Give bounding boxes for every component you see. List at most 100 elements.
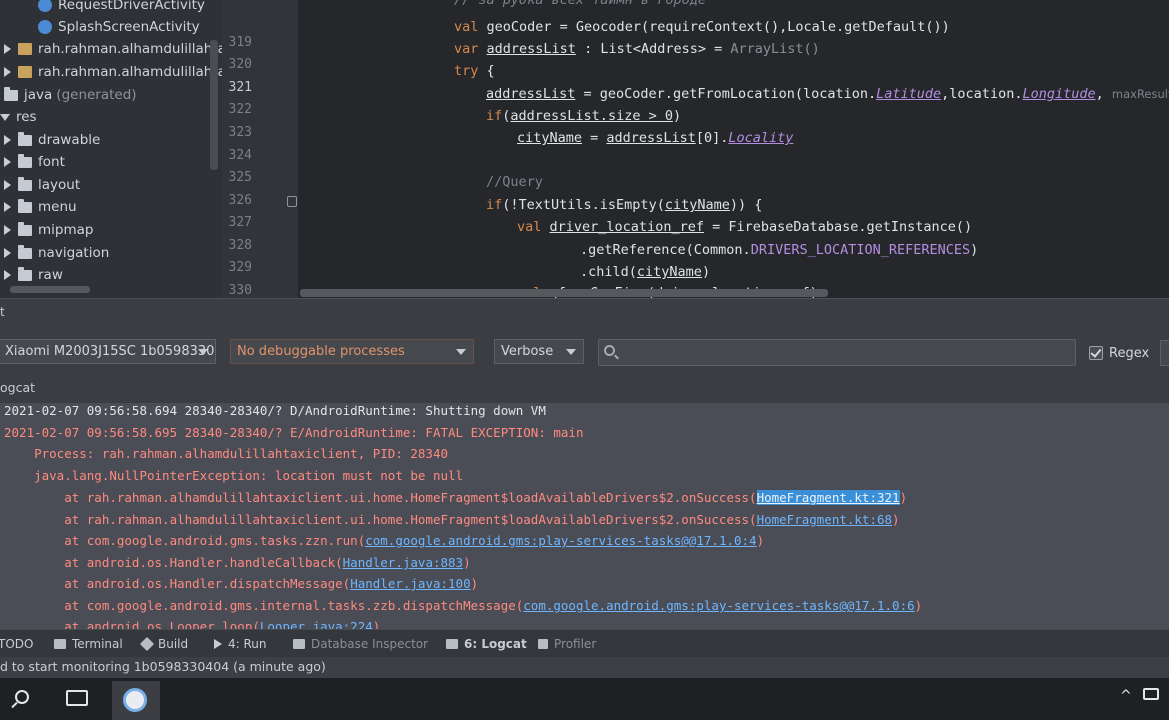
network-icon[interactable] xyxy=(1143,688,1159,700)
editor-gutter: 319 320 321 322 323 324 325 326 327 328 … xyxy=(222,0,317,298)
line-number: 327 xyxy=(228,215,252,230)
expand-arrow-icon[interactable] xyxy=(4,157,11,167)
code-comment-query: //Query xyxy=(486,174,543,190)
tree-item-java-generated[interactable]: java (generated) xyxy=(4,84,137,106)
expand-arrow-icon[interactable] xyxy=(4,180,11,190)
source-link[interactable]: com.google.android.gms:play-services-tas… xyxy=(523,598,914,613)
source-link[interactable]: HomeFragment.kt:68 xyxy=(757,512,892,527)
tree-vertical-scrollbar[interactable] xyxy=(210,40,218,170)
line-number: 325 xyxy=(228,170,252,185)
expand-arrow-icon[interactable] xyxy=(4,44,11,54)
filter-config-selector[interactable] xyxy=(1160,340,1169,366)
line-number: 329 xyxy=(228,260,252,275)
line-number: 322 xyxy=(228,102,252,117)
stack-frame: at android.os.Looper.loop(Looper.java:22… xyxy=(4,619,380,629)
package-icon xyxy=(18,43,32,55)
regex-label[interactable]: Regex xyxy=(1109,346,1149,361)
expand-arrow-icon[interactable] xyxy=(4,67,11,77)
tree-item-raw[interactable]: raw xyxy=(4,264,63,286)
collapse-arrow-icon[interactable] xyxy=(0,113,10,121)
folder-icon xyxy=(18,153,32,168)
chevron-up-icon[interactable]: ^ xyxy=(1120,688,1132,704)
code-line-driver-ref: val driver_location_ref = FirebaseDataba… xyxy=(517,219,973,235)
line-number: 319 xyxy=(228,35,252,50)
tree-item-res[interactable]: res xyxy=(0,106,37,128)
tree-item-layout[interactable]: layout xyxy=(4,174,80,196)
source-link[interactable]: com.google.android.gms:play-services-tas… xyxy=(365,533,756,548)
tool-window-todo[interactable]: TODO xyxy=(0,637,33,651)
tree-item-request-driver-activity[interactable]: RequestDriverActivity xyxy=(38,0,205,16)
tree-item-drawable[interactable]: drawable xyxy=(4,129,100,151)
folder-icon xyxy=(18,198,32,213)
tree-item-package-2[interactable]: rah.rahman.alhamdulillahtaxic xyxy=(4,61,222,83)
tool-window-run[interactable]: 4: Run xyxy=(214,637,267,651)
tree-item-mipmap[interactable]: mipmap xyxy=(4,219,93,241)
process-selector[interactable]: No debuggable processes xyxy=(230,339,474,364)
tool-window-logcat[interactable]: 6: Logcat xyxy=(446,637,527,651)
line-number-current: 321 xyxy=(228,80,252,95)
tree-item-package-1[interactable]: rah.rahman.alhamdulillahtaxic xyxy=(4,38,222,60)
search-icon[interactable] xyxy=(604,345,615,356)
log-level-selector[interactable]: Verbose xyxy=(494,339,584,364)
editor-horizontal-scrollbar[interactable] xyxy=(300,289,828,297)
device-selector[interactable]: Xiaomi M2003J15SC 1b0598330 xyxy=(0,339,216,364)
search-icon[interactable] xyxy=(15,690,29,704)
fold-marker-icon[interactable] xyxy=(287,196,297,207)
database-icon xyxy=(293,639,305,649)
folder-icon xyxy=(18,131,32,146)
expand-arrow-icon[interactable] xyxy=(4,248,11,258)
expand-arrow-icon[interactable] xyxy=(4,225,11,235)
tree-item-splash-screen-activity[interactable]: SplashScreenActivity xyxy=(38,16,200,38)
tree-item-font[interactable]: font xyxy=(4,151,65,173)
code-line-try: try { xyxy=(454,63,495,79)
logcat-output[interactable]: 2021-02-07 09:56:58.694 28340-28340/? D/… xyxy=(0,403,1169,629)
profiler-icon xyxy=(538,639,548,649)
source-link[interactable]: HomeFragment.kt:321 xyxy=(756,490,900,505)
tool-window-profiler[interactable]: Profiler xyxy=(538,637,596,651)
source-link[interactable]: Handler.java:883 xyxy=(343,555,463,570)
line-number: 326 xyxy=(228,193,252,208)
chevron-down-icon xyxy=(566,349,576,355)
log-line-error: 2021-02-07 09:56:58.695 28340-28340/? E/… xyxy=(4,425,584,440)
tree-item-menu[interactable]: menu xyxy=(4,196,77,218)
hammer-icon xyxy=(139,636,155,652)
activity-icon xyxy=(38,0,52,12)
logcat-search-input[interactable] xyxy=(627,343,1067,362)
package-icon xyxy=(18,66,32,78)
tree-horizontal-scrollbar[interactable] xyxy=(10,286,90,293)
source-link[interactable]: Looper.java:224 xyxy=(260,619,373,629)
chevron-down-icon xyxy=(456,349,466,355)
task-view-icon[interactable] xyxy=(66,690,88,706)
folder-icon xyxy=(18,176,32,191)
regex-checkbox[interactable] xyxy=(1089,346,1103,360)
source-link[interactable]: Handler.java:100 xyxy=(350,576,470,591)
log-line: 2021-02-07 09:56:58.694 28340-28340/? D/… xyxy=(4,403,546,418)
tool-window-build[interactable]: Build xyxy=(139,636,188,652)
code-line-address-list: var addressList : List<Address> = ArrayL… xyxy=(454,41,820,57)
code-line-if-empty: if(!TextUtils.isEmpty(cityName)) { xyxy=(486,197,763,213)
expand-arrow-icon[interactable] xyxy=(4,135,11,145)
activity-icon xyxy=(38,20,52,34)
logcat-tab[interactable]: ogcat xyxy=(0,380,35,395)
expand-arrow-icon[interactable] xyxy=(4,270,11,280)
android-studio-icon[interactable] xyxy=(123,688,147,712)
tool-window-database-inspector[interactable]: Database Inspector xyxy=(293,637,428,651)
code-line-get-reference: .getReference(Common.DRIVERS_LOCATION_RE… xyxy=(580,242,979,258)
panel-title: t xyxy=(0,305,5,319)
folder-icon xyxy=(18,266,32,281)
windows-taskbar xyxy=(0,678,1169,720)
terminal-icon xyxy=(54,639,66,649)
logcat-search-box[interactable] xyxy=(598,339,1076,366)
tool-window-terminal[interactable]: Terminal xyxy=(54,637,123,651)
line-number: 328 xyxy=(228,238,252,253)
tree-item-navigation[interactable]: navigation xyxy=(4,242,109,264)
line-number: 323 xyxy=(228,125,252,140)
code-line-geocoder: val geoCoder = Geocoder(requireContext()… xyxy=(454,19,950,35)
expand-arrow-icon[interactable] xyxy=(4,202,11,212)
chevron-down-icon xyxy=(198,349,208,355)
stack-frame: at android.os.Handler.dispatchMessage(Ha… xyxy=(4,576,479,591)
code-line-child: .child(cityName) xyxy=(580,264,711,280)
stack-frame: at rah.rahman.alhamdulillahtaxiclient.ui… xyxy=(4,490,908,505)
code-editor[interactable]: // за рубка всех таймн в городе val geoC… xyxy=(298,0,1169,298)
project-tree[interactable]: RequestDriverActivity SplashScreenActivi… xyxy=(0,0,222,298)
